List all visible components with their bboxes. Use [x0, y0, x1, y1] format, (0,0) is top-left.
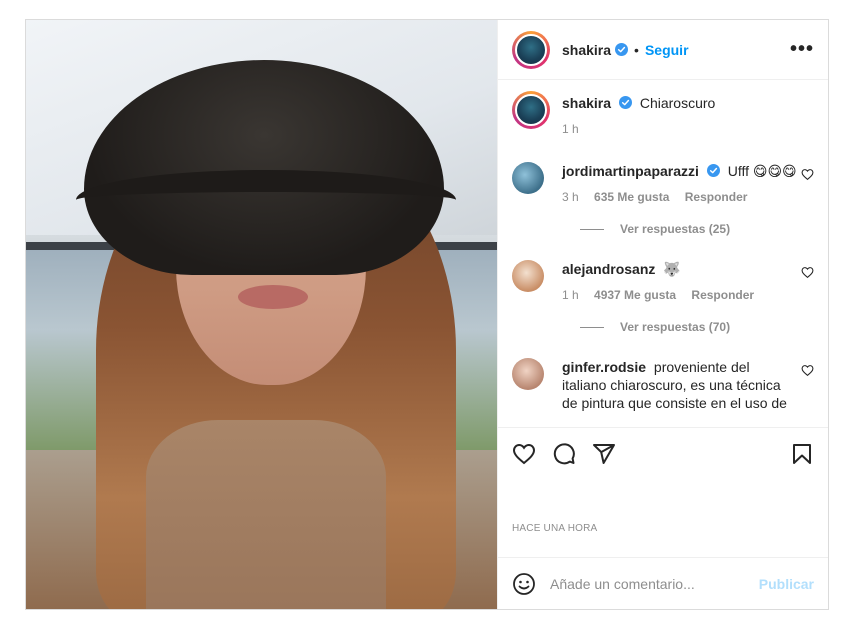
- caption-row: shakira Chiaroscuro 1 h: [512, 91, 814, 138]
- caption-meta: 1 h: [562, 120, 797, 138]
- commenter-avatar[interactable]: [512, 358, 544, 390]
- commenter-avatar[interactable]: [512, 260, 544, 292]
- caption-avatar[interactable]: [512, 91, 550, 129]
- comment-text: 🐺: [663, 261, 681, 277]
- post-photo[interactable]: [26, 20, 497, 609]
- likes-summary: [498, 479, 828, 523]
- post-time-ago[interactable]: HACE UNA HORA: [498, 523, 828, 557]
- more-options-icon[interactable]: •••: [790, 38, 814, 61]
- comment-time[interactable]: 1 h: [562, 288, 579, 302]
- comment-like-icon[interactable]: [801, 168, 814, 181]
- comment-composer: Añade un comentario... Publicar: [498, 557, 828, 609]
- view-replies-label: Ver respuestas (25): [620, 222, 731, 236]
- comment-username[interactable]: alejandrosanz: [562, 261, 655, 277]
- heart-icon[interactable]: [512, 442, 536, 466]
- reply-button[interactable]: Responder: [685, 190, 748, 204]
- emoji-icon[interactable]: [512, 572, 536, 596]
- publish-button[interactable]: Publicar: [759, 576, 814, 592]
- comment-icon[interactable]: [552, 442, 576, 466]
- post-actions: [498, 427, 828, 479]
- comment-meta: 3 h 635 Me gusta Responder: [562, 188, 797, 206]
- author-username[interactable]: shakira: [562, 42, 611, 58]
- comment-like-icon[interactable]: [801, 364, 814, 377]
- comment-like-icon[interactable]: [801, 266, 814, 279]
- comment-username[interactable]: ginfer.rodsie: [562, 359, 646, 375]
- comment-row: alejandrosanz 🐺 1 h 4937 Me gusta Respon…: [512, 260, 814, 304]
- comment-likes[interactable]: 635 Me gusta: [594, 190, 669, 204]
- comment-time[interactable]: 3 h: [562, 190, 579, 204]
- reply-button[interactable]: Responder: [691, 288, 754, 302]
- commenter-avatar[interactable]: [512, 162, 544, 194]
- comment-username[interactable]: jordimartinpaparazzi: [562, 163, 699, 179]
- view-replies-button[interactable]: Ver respuestas (25): [580, 222, 814, 236]
- verified-badge-icon: [706, 164, 720, 177]
- post-sidebar: shakira • Seguir ••• shakira Chiaroscuro: [497, 20, 828, 609]
- author-avatar[interactable]: [512, 30, 550, 69]
- verified-badge-icon: [618, 96, 632, 109]
- view-replies-label: Ver respuestas (70): [620, 320, 731, 334]
- verified-badge-icon: [615, 43, 629, 56]
- comment-row: ginfer.rodsie proveniente del italiano c…: [512, 358, 814, 412]
- caption-username[interactable]: shakira: [562, 95, 611, 111]
- instagram-post: shakira • Seguir ••• shakira Chiaroscuro: [25, 19, 829, 610]
- post-header: shakira • Seguir •••: [498, 20, 828, 80]
- follow-button[interactable]: Seguir: [645, 42, 689, 58]
- comments-list[interactable]: shakira Chiaroscuro 1 h jordimartinpapar…: [498, 80, 828, 427]
- caption-time[interactable]: 1 h: [562, 122, 579, 136]
- comment-row: jordimartinpaparazzi Ufff 😋😋😋 3 h 635 Me…: [512, 162, 814, 206]
- comment-meta: 1 h 4937 Me gusta Responder: [562, 286, 797, 304]
- comment-text: Ufff 😋😋😋: [727, 163, 797, 179]
- comment-input[interactable]: Añade un comentario...: [550, 576, 759, 592]
- caption-text: Chiaroscuro: [639, 95, 716, 111]
- separator-dot: •: [634, 41, 639, 58]
- view-replies-button[interactable]: Ver respuestas (70): [580, 320, 814, 334]
- comment-likes[interactable]: 4937 Me gusta: [594, 288, 676, 302]
- bookmark-icon[interactable]: [790, 442, 814, 466]
- share-icon[interactable]: [592, 442, 616, 466]
